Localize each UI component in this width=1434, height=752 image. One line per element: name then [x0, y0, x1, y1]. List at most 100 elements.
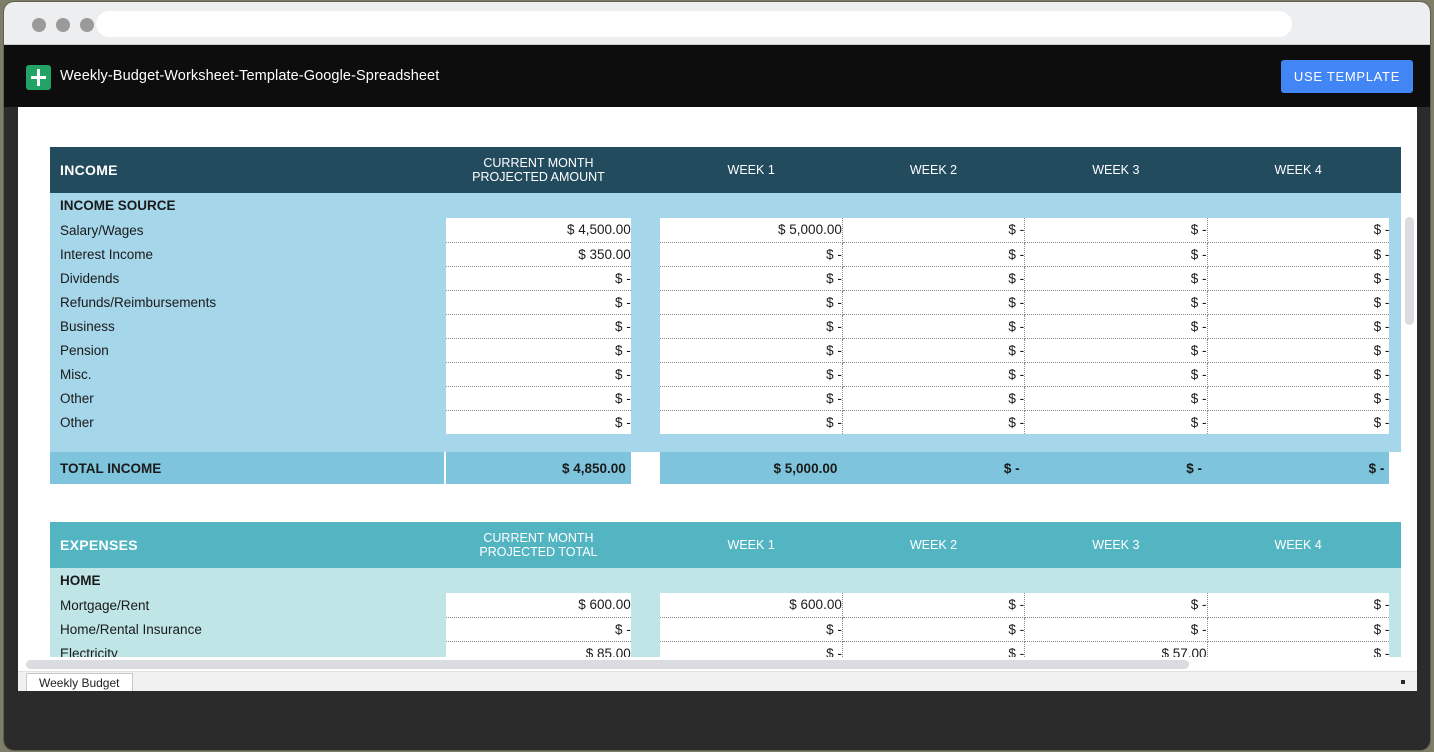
cell-week4[interactable]: $ - — [1207, 641, 1390, 657]
cell-week4[interactable]: $ - — [1207, 338, 1390, 363]
cell-week4[interactable]: $ - — [1207, 218, 1390, 243]
cell-week1[interactable]: $ - — [660, 290, 843, 315]
table-row[interactable]: Interest Income $ 350.00 $ - $ - $ - $ - — [50, 242, 1417, 267]
table-row[interactable]: Misc. $ - $ - $ - $ - $ - — [50, 362, 1417, 387]
cell-week3[interactable]: $ - — [1024, 386, 1208, 411]
table-row[interactable]: Business $ - $ - $ - $ - $ - — [50, 314, 1417, 339]
cell-week2[interactable]: $ - — [842, 386, 1026, 411]
row-label[interactable]: Home/Rental Insurance — [50, 617, 444, 641]
table-row[interactable]: Refunds/Reimbursements $ - $ - $ - $ - $ - — [50, 290, 1417, 315]
cell-week2[interactable]: $ - — [842, 593, 1026, 618]
vertical-scrollbar-thumb[interactable] — [1405, 217, 1414, 325]
cell-week4[interactable]: $ - — [1207, 242, 1390, 267]
cell-week3[interactable]: $ - — [1024, 242, 1208, 267]
cell-gap-b[interactable] — [630, 641, 661, 657]
cell-week2[interactable]: $ - — [842, 362, 1026, 387]
table-row[interactable]: Mortgage/Rent$ 600.00$ 600.00$ -$ -$ -$ … — [50, 593, 1417, 618]
cell-week4[interactable]: $ - — [1207, 266, 1390, 291]
cell-week3[interactable]: $ - — [1024, 314, 1208, 339]
cell-week1[interactable]: $ 5,000.00 — [660, 218, 843, 243]
cell-week2[interactable]: $ - — [842, 266, 1026, 291]
row-label[interactable]: Pension — [50, 338, 444, 362]
cell-gap-b[interactable] — [630, 314, 661, 338]
cell-projected[interactable]: $ 4,500.00 — [446, 218, 631, 243]
cell-projected[interactable]: $ 600.00 — [446, 593, 631, 618]
row-label[interactable]: Salary/Wages — [50, 218, 444, 242]
cell-week1[interactable]: $ - — [660, 362, 843, 387]
cell-week4[interactable]: $ - — [1207, 617, 1390, 642]
table-row[interactable]: Other $ - $ - $ - $ - $ - — [50, 386, 1417, 411]
cell-gap-b[interactable] — [630, 593, 661, 617]
cell-projected[interactable]: $ - — [446, 362, 631, 387]
cell-week4[interactable]: $ - — [1207, 362, 1390, 387]
cell-projected[interactable]: $ - — [446, 290, 631, 315]
cell-week2[interactable]: $ - — [842, 242, 1026, 267]
cell-week1[interactable]: $ - — [660, 266, 843, 291]
cell-week3[interactable]: $ - — [1024, 410, 1208, 434]
row-label[interactable]: Business — [50, 314, 444, 338]
cell-week3[interactable]: $ 57.00 — [1024, 641, 1208, 657]
cell-week1[interactable]: $ - — [660, 338, 843, 363]
cell-gap-b[interactable] — [630, 386, 661, 410]
vertical-scrollbar[interactable] — [1401, 107, 1417, 657]
cell-week1[interactable]: $ - — [660, 410, 843, 434]
horizontal-scrollbar-thumb[interactable] — [26, 660, 1189, 669]
cell-week2[interactable]: $ - — [842, 218, 1026, 243]
table-row[interactable]: Dividends $ - $ - $ - $ - $ - — [50, 266, 1417, 291]
cell-week1[interactable]: $ - — [660, 314, 843, 339]
close-window-icon[interactable] — [32, 18, 46, 32]
cell-week1[interactable]: $ - — [660, 641, 843, 657]
cell-gap-b[interactable] — [630, 338, 661, 362]
horizontal-scrollbar[interactable] — [18, 657, 1417, 671]
row-label[interactable]: Mortgage/Rent — [50, 593, 444, 617]
cell-gap-b[interactable] — [630, 218, 661, 242]
cell-week1[interactable]: $ 600.00 — [660, 593, 843, 618]
cell-week3[interactable]: $ - — [1024, 362, 1208, 387]
row-label[interactable]: Misc. — [50, 362, 444, 386]
cell-week2[interactable]: $ - — [842, 641, 1026, 657]
address-bar-input[interactable] — [96, 11, 1292, 37]
cell-week4[interactable]: $ - — [1207, 410, 1390, 434]
row-label[interactable]: Dividends — [50, 266, 444, 290]
cell-gap-b[interactable] — [630, 617, 661, 641]
cell-week4[interactable]: $ - — [1207, 290, 1390, 315]
table-row[interactable]: Home/Rental Insurance $ - $ - $ - $ - $ - — [50, 617, 1417, 642]
row-label[interactable]: Interest Income — [50, 242, 444, 266]
table-row[interactable]: Other $ - $ - $ - $ - $ - — [50, 410, 1417, 434]
table-row[interactable]: Salary/Wages $ 4,500.00 $ 5,000.00 $ - $ - $ … — [50, 218, 1417, 243]
cell-week3[interactable]: $ - — [1024, 593, 1208, 618]
cell-week2[interactable]: $ - — [842, 617, 1026, 642]
cell-week4[interactable]: $ - — [1207, 386, 1390, 411]
cell-projected[interactable]: $ - — [446, 410, 631, 434]
maximize-window-icon[interactable] — [80, 18, 94, 32]
cell-week2[interactable]: $ - — [842, 338, 1026, 363]
cell-projected[interactable]: $ - — [446, 617, 631, 642]
row-label[interactable]: Other — [50, 410, 444, 434]
cell-projected[interactable]: $ - — [446, 314, 631, 339]
cell-week3[interactable]: $ - — [1024, 617, 1208, 642]
cell-week4[interactable]: $ - — [1207, 593, 1390, 618]
cell-projected[interactable]: $ - — [446, 386, 631, 411]
cell-projected[interactable]: $ - — [446, 266, 631, 291]
cell-week2[interactable]: $ - — [842, 410, 1026, 434]
cell-week1[interactable]: $ - — [660, 386, 843, 411]
cell-week3[interactable]: $ - — [1024, 218, 1208, 243]
cell-week3[interactable]: $ - — [1024, 290, 1208, 315]
cell-week3[interactable]: $ - — [1024, 338, 1208, 363]
cell-week2[interactable]: $ - — [842, 314, 1026, 339]
cell-gap-b[interactable] — [630, 362, 661, 386]
cell-gap-b[interactable] — [630, 266, 661, 290]
row-label[interactable]: Electricity — [50, 641, 444, 657]
cell-projected[interactable]: $ 350.00 — [446, 242, 631, 267]
use-template-button[interactable]: USE TEMPLATE — [1281, 60, 1413, 93]
table-row[interactable]: Electricity$ 85.00$ -$ -$ 57.00$ -$ 57. — [50, 641, 1417, 657]
row-label[interactable]: Other — [50, 386, 444, 410]
table-row[interactable]: Pension $ - $ - $ - $ - $ - — [50, 338, 1417, 363]
cell-week1[interactable]: $ - — [660, 242, 843, 267]
cell-week4[interactable]: $ - — [1207, 314, 1390, 339]
cell-week1[interactable]: $ - — [660, 617, 843, 642]
minimize-window-icon[interactable] — [56, 18, 70, 32]
cell-gap-b[interactable] — [630, 290, 661, 314]
cell-projected[interactable]: $ 85.00 — [446, 641, 631, 657]
cell-gap-b[interactable] — [630, 410, 661, 434]
